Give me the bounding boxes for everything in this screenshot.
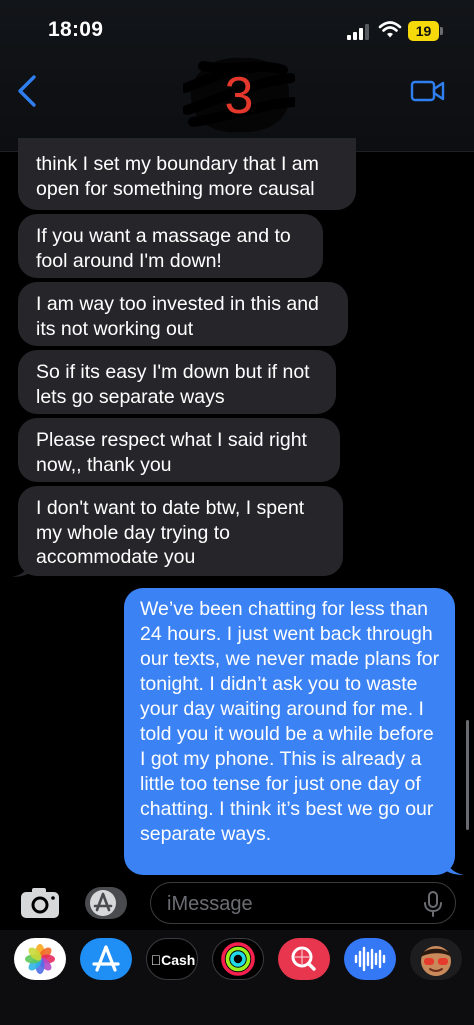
message-bubble-received[interactable]: I am way too invested in this and its no… [18,282,348,346]
audio-message-icon[interactable] [344,938,396,980]
activity-icon[interactable] [212,938,264,980]
contact-initial: 3 [225,67,254,125]
app-store-apps-icon[interactable] [84,886,128,920]
battery-level: 19 [408,21,439,41]
scribble-redaction: 3 [180,57,298,133]
photos-icon[interactable] [14,938,66,980]
app-store-icon[interactable] [80,938,132,980]
message-text: think I set my boundary that I am open f… [36,153,319,200]
camera-icon[interactable] [20,887,60,919]
battery-icon: 19 [408,21,444,41]
memoji-icon[interactable] [410,938,462,980]
message-text: Please respect what I said right now,, t… [36,429,307,476]
imessage-input-container[interactable] [150,882,456,924]
bubble-tail [442,854,464,875]
message-text: We’ve been chatting for less than 24 hou… [140,598,440,845]
conversation-header: 18:09 19 3 [0,0,474,152]
status-time: 18:09 [48,18,104,41]
message-bubble-sent[interactable]: We’ve been chatting for less than 24 hou… [124,588,455,875]
message-bubble-received[interactable]: I don't want to date btw, I spent my who… [18,486,343,576]
microphone-icon[interactable] [423,891,443,917]
imessage-app-drawer: Cash [0,930,474,1025]
bubble-tail [12,556,34,577]
apple-cash-label: Cash [151,952,196,968]
cellular-signal-icon [347,24,371,40]
wifi-icon [378,21,402,38]
message-text: I am way too invested in this and its no… [36,293,319,340]
imessage-input[interactable] [167,892,397,916]
image-search-icon[interactable] [278,938,330,980]
message-bubble-received[interactable]: So if its easy I'm down but if not lets … [18,350,336,414]
message-bubble-received[interactable]: Please respect what I said right now,, t… [18,418,340,482]
message-text: I don't want to date btw, I spent my who… [36,497,305,568]
message-bubble-received[interactable]: If you want a massage and to fool around… [18,214,323,278]
back-chevron-icon[interactable] [14,74,42,108]
facetime-video-icon[interactable] [410,78,446,104]
message-bubble-received[interactable]: think I set my boundary that I am open f… [18,138,356,210]
scroll-indicator[interactable] [466,720,469,830]
apple-cash-icon[interactable]: Cash [146,938,198,980]
contact-avatar[interactable]: 3 [180,52,298,136]
message-text: If you want a massage and to fool around… [36,225,291,272]
message-text: So if its easy I'm down but if not lets … [36,361,310,408]
